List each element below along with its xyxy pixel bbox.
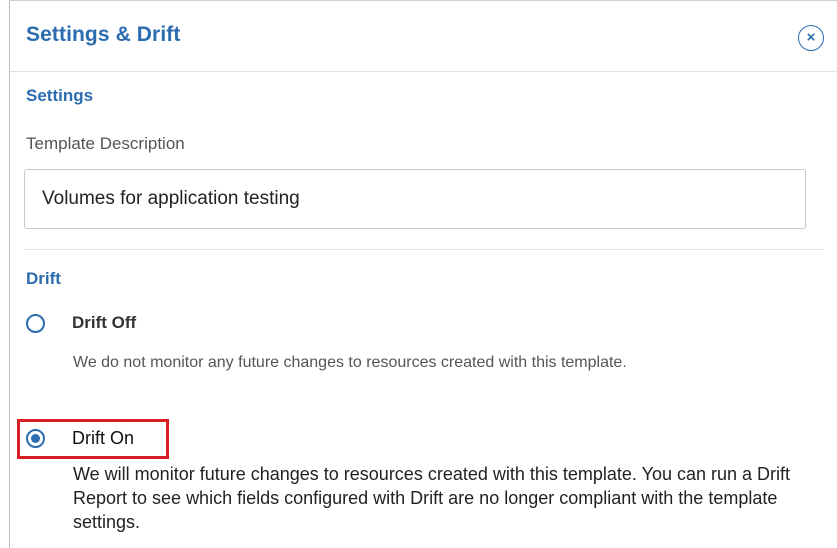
template-description-label: Template Description <box>26 134 185 153</box>
drift-on-option[interactable]: Drift On <box>26 428 134 449</box>
drift-on-description: We will monitor future changes to resour… <box>73 464 791 532</box>
template-description-input[interactable] <box>24 169 806 229</box>
title-divider <box>10 71 837 72</box>
settings-drift-panel: Settings & Drift × Settings Template Des… <box>9 0 837 548</box>
drift-on-radio[interactable] <box>26 429 45 448</box>
drift-heading: Drift <box>26 269 61 288</box>
close-icon: × <box>806 29 816 46</box>
drift-off-label: Drift Off <box>72 313 137 332</box>
drift-off-description: We do not monitor any future changes to … <box>73 354 627 371</box>
section-divider <box>24 249 824 250</box>
panel-title: Settings & Drift <box>26 23 181 46</box>
close-button[interactable]: × <box>798 25 824 51</box>
drift-off-option[interactable]: Drift Off <box>26 313 136 333</box>
settings-heading: Settings <box>26 86 94 105</box>
drift-on-label: Drift On <box>72 428 135 448</box>
drift-off-radio[interactable] <box>26 313 45 333</box>
